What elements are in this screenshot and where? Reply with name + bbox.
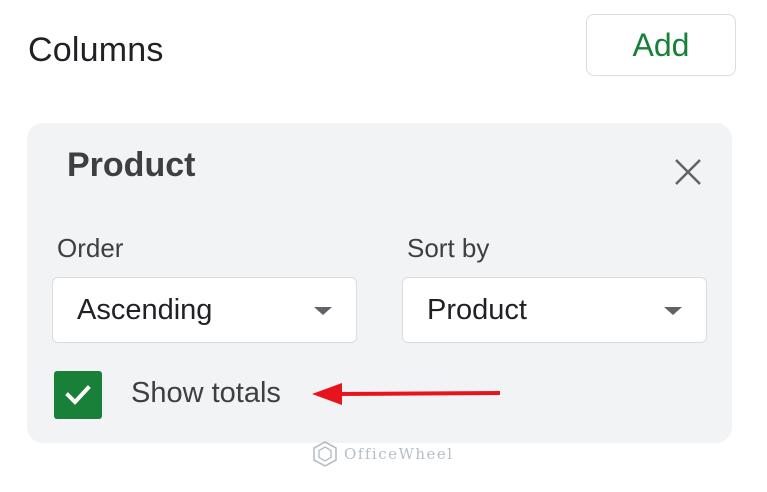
sort-by-select[interactable]: Product (402, 277, 707, 343)
watermark: OfficeWheel (312, 440, 454, 468)
watermark-text: OfficeWheel (344, 445, 454, 463)
order-label: Order (57, 233, 124, 263)
close-button[interactable] (667, 151, 709, 193)
annotation-arrow (312, 383, 501, 405)
show-totals-checkbox[interactable] (54, 371, 102, 419)
card-title: Product (67, 146, 196, 184)
officewheel-logo-icon (313, 441, 337, 467)
chevron-down-icon (314, 307, 332, 315)
check-icon (65, 385, 91, 405)
sort-by-label: Sort by (407, 233, 490, 263)
order-select-value: Ascending (77, 294, 213, 326)
section-title: Columns (28, 31, 164, 69)
annotation-arrow-shaft (337, 391, 501, 396)
show-totals-label[interactable]: Show totals (131, 376, 281, 410)
sort-by-select-value: Product (427, 294, 527, 326)
close-icon (675, 159, 701, 185)
chevron-down-icon (664, 307, 682, 315)
order-select[interactable]: Ascending (52, 277, 357, 343)
add-button[interactable]: Add (586, 14, 736, 76)
annotation-arrow-head (312, 383, 342, 405)
